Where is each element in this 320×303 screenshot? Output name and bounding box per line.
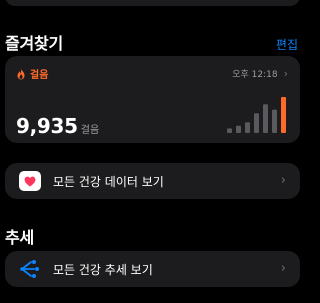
chevron-right-icon: › <box>280 261 286 276</box>
all-health-data-label: 모든 건강 데이터 보기 <box>53 174 164 189</box>
all-trends-label: 모든 건강 추세 보기 <box>53 262 153 277</box>
steps-time-label: 오후 12:18 <box>232 70 278 80</box>
all-health-data-row[interactable]: 모든 건강 데이터 보기 › <box>5 163 300 199</box>
steps-count: 9,935 <box>16 114 78 138</box>
step-bar <box>272 109 277 133</box>
step-bar <box>236 125 241 133</box>
steps-mini-chart <box>227 97 286 133</box>
trends-header: 추세 <box>5 224 298 248</box>
steps-category-label: 걸음 <box>30 70 49 81</box>
trends-icon <box>20 260 39 278</box>
flame-icon <box>17 68 25 79</box>
steps-category: 걸음 <box>16 66 48 81</box>
steps-unit: 걸음 <box>80 125 100 136</box>
step-bar <box>281 97 286 133</box>
heart-icon <box>19 171 41 191</box>
steps-card-header: 걸음 오후 12:18 › <box>16 66 288 81</box>
previous-card[interactable] <box>5 0 300 6</box>
all-trends-row[interactable]: 모든 건강 추세 보기 › <box>5 251 300 287</box>
chevron-right-icon: › <box>280 173 286 188</box>
step-bar <box>245 122 250 133</box>
step-bar <box>254 113 259 133</box>
chevron-right-icon: › <box>283 67 288 80</box>
step-bar <box>263 104 268 133</box>
health-summary-screen: 즐겨찾기 편집 걸음 오후 12:18 › 9,935 걸음 모든 건강 데이터… <box>0 0 300 303</box>
favorites-title: 즐겨찾기 <box>5 34 64 53</box>
trends-title: 추세 <box>5 228 35 247</box>
edit-button[interactable]: 편집 <box>276 36 298 53</box>
steps-value: 9,935 걸음 <box>16 114 99 138</box>
favorites-header: 즐겨찾기 편집 <box>5 30 298 54</box>
steps-timestamp: 오후 12:18 › <box>232 67 288 80</box>
step-bar <box>227 128 232 133</box>
